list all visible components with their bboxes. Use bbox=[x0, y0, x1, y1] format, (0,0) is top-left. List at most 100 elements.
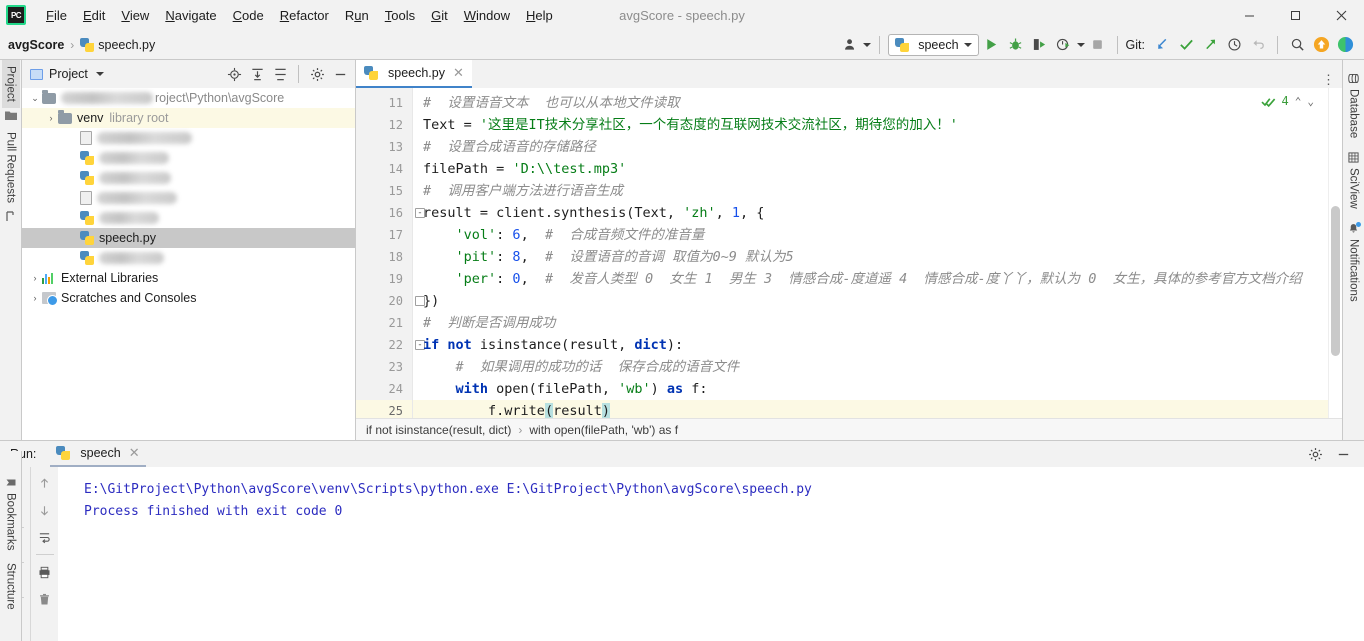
breadcrumb-file[interactable]: speech.py bbox=[98, 38, 155, 52]
editor-scrollbar-thumb[interactable] bbox=[1331, 206, 1340, 356]
menu-navigate[interactable]: Navigate bbox=[157, 4, 224, 27]
debug-button[interactable] bbox=[1005, 34, 1027, 56]
project-toolbar-separator bbox=[298, 65, 299, 83]
menu-file[interactable]: File bbox=[38, 4, 75, 27]
tree-row-redacted-4[interactable] bbox=[22, 188, 355, 208]
menu-refactor[interactable]: Refactor bbox=[272, 4, 337, 27]
breadcrumb-with-statement[interactable]: with open(filePath, 'wb') as f bbox=[529, 423, 678, 437]
scroll-down-button[interactable] bbox=[35, 500, 55, 520]
run-tab-close-icon[interactable]: ✕ bbox=[129, 445, 140, 461]
chevron-right-icon[interactable]: › bbox=[44, 113, 58, 123]
menu-run[interactable]: Run bbox=[337, 4, 377, 27]
search-everywhere-button[interactable] bbox=[1286, 34, 1308, 56]
rollback-button[interactable] bbox=[1247, 34, 1269, 56]
chevron-down-icon[interactable]: ⌄ bbox=[28, 93, 42, 104]
sidebar-item-bookmarks[interactable]: Bookmarks bbox=[2, 451, 20, 551]
sidebar-item-notifications[interactable]: Notifications bbox=[1345, 216, 1363, 309]
tree-row-external-libraries[interactable]: › External Libraries bbox=[22, 268, 355, 288]
error-stripe-gutter[interactable] bbox=[1328, 88, 1342, 418]
tree-row-redacted-3[interactable] bbox=[22, 168, 355, 188]
tree-row-venv[interactable]: › venv library root bbox=[22, 108, 355, 128]
project-tree[interactable]: ⌄ roject\Python\avgScore › venv library … bbox=[22, 88, 355, 440]
line-number-current: 25 bbox=[356, 400, 425, 418]
update-badge-button[interactable] bbox=[1310, 34, 1332, 56]
breadcrumb-if-statement[interactable]: if not isinstance(result, dict) bbox=[366, 423, 511, 437]
database-icon bbox=[1348, 74, 1359, 83]
project-view-chevron-down-icon[interactable] bbox=[95, 72, 104, 76]
editor-tab-options[interactable]: ⋮ bbox=[1322, 72, 1342, 88]
menu-code[interactable]: Code bbox=[225, 4, 272, 27]
tree-row-redacted-6[interactable] bbox=[22, 248, 355, 268]
commit-button[interactable] bbox=[1175, 34, 1197, 56]
profile-caret-icon[interactable] bbox=[1076, 42, 1085, 47]
editor-tab-speech-py[interactable]: speech.py ✕ bbox=[356, 60, 472, 88]
sidebar-item-project-label: Project bbox=[4, 66, 17, 102]
clear-all-button[interactable] bbox=[35, 589, 55, 609]
run-panel-hide-button[interactable] bbox=[1332, 443, 1354, 465]
sidebar-item-pull-requests-label: Pull Requests bbox=[4, 131, 17, 203]
maximize-button[interactable] bbox=[1272, 0, 1318, 30]
code-text-area[interactable]: # 设置语音文本 也可以从本地文件读取 Text = '这里是IT技术分享社区，… bbox=[412, 88, 1342, 418]
stop-button[interactable] bbox=[1087, 34, 1109, 56]
inspection-prev-icon[interactable]: ⌃ bbox=[1295, 95, 1302, 108]
ide-feature-button[interactable] bbox=[1334, 34, 1356, 56]
breadcrumb-project[interactable]: avgScore bbox=[8, 38, 64, 52]
tree-row-scratches-and-consoles[interactable]: › Scratches and Consoles bbox=[22, 288, 355, 308]
user-avatar-caret-icon[interactable] bbox=[863, 42, 872, 47]
line-number: 23 bbox=[388, 360, 403, 374]
sidebar-item-project[interactable]: Project bbox=[1, 60, 20, 108]
push-button[interactable] bbox=[1199, 34, 1221, 56]
menu-file-label-rest: ile bbox=[53, 7, 67, 23]
scroll-up-button[interactable] bbox=[35, 473, 55, 493]
close-button[interactable] bbox=[1318, 0, 1364, 30]
menu-window[interactable]: Window bbox=[456, 4, 518, 27]
tree-row-redacted-2[interactable] bbox=[22, 148, 355, 168]
sidebar-item-structure[interactable]: Structure bbox=[2, 551, 20, 622]
more-options-icon[interactable]: ⋮ bbox=[1322, 72, 1336, 88]
locate-file-button[interactable] bbox=[223, 63, 245, 85]
redacted-project-name bbox=[61, 92, 153, 104]
tree-row-speech-py[interactable]: speech.py bbox=[22, 228, 355, 248]
inspection-widget[interactable]: 4 ⌃ ⌄ bbox=[1260, 94, 1314, 108]
run-with-coverage-button[interactable] bbox=[1029, 34, 1051, 56]
project-settings-button[interactable] bbox=[306, 63, 328, 85]
project-pane-title: Project bbox=[49, 67, 88, 81]
chevron-right-icon[interactable]: › bbox=[28, 293, 42, 303]
inspection-ok-icon bbox=[1260, 97, 1275, 107]
code-comment: # 如果调用的成功的话 保存合成的语音文件 bbox=[455, 359, 740, 375]
sidebar-item-sciview[interactable]: SciView bbox=[1345, 145, 1363, 216]
editor-tab-close-icon[interactable]: ✕ bbox=[453, 65, 464, 81]
soft-wrap-button[interactable] bbox=[35, 527, 55, 547]
profile-button[interactable] bbox=[1053, 34, 1075, 56]
sidebar-item-database[interactable]: Database bbox=[1345, 66, 1363, 145]
inspection-next-icon[interactable]: ⌄ bbox=[1307, 95, 1314, 108]
menu-help[interactable]: Help bbox=[518, 4, 561, 27]
update-project-button[interactable] bbox=[1151, 34, 1173, 56]
code-editor[interactable]: 11 12 13 14 15 16- 17 18 19 20 21 22- 23… bbox=[356, 88, 1342, 418]
code-line-19: 'per': 0, # 发音人类型 0 女生 1 男生 3 情感合成-度道遥 4… bbox=[455, 271, 1302, 287]
bookmark-icon bbox=[6, 479, 15, 486]
project-pane-header: Project bbox=[22, 60, 355, 88]
minimize-button[interactable] bbox=[1226, 0, 1272, 30]
menu-tools[interactable]: Tools bbox=[377, 4, 423, 27]
run-console-output[interactable]: E:\GitProject\Python\avgScore\venv\Scrip… bbox=[58, 467, 1364, 641]
history-button[interactable] bbox=[1223, 34, 1245, 56]
run-button[interactable] bbox=[981, 34, 1003, 56]
run-panel-settings-button[interactable] bbox=[1304, 443, 1326, 465]
hide-project-button[interactable] bbox=[329, 63, 351, 85]
menu-edit[interactable]: Edit bbox=[75, 4, 113, 27]
tree-row-redacted-1[interactable] bbox=[22, 128, 355, 148]
run-configuration-selector[interactable]: speech bbox=[888, 33, 979, 56]
tree-row-project-root[interactable]: ⌄ roject\Python\avgScore bbox=[22, 88, 355, 108]
collapse-all-button[interactable] bbox=[269, 63, 291, 85]
expand-all-button[interactable] bbox=[246, 63, 268, 85]
chevron-right-icon[interactable]: › bbox=[28, 273, 42, 283]
user-avatar-button[interactable] bbox=[839, 34, 861, 56]
arrow-down-icon bbox=[40, 505, 49, 516]
tree-row-redacted-5[interactable] bbox=[22, 208, 355, 228]
print-button[interactable] bbox=[35, 562, 55, 582]
sidebar-item-pull-requests[interactable]: Pull Requests bbox=[2, 126, 20, 209]
run-tab-speech[interactable]: speech ✕ bbox=[50, 442, 146, 467]
menu-view[interactable]: View bbox=[113, 4, 157, 27]
menu-git[interactable]: Git bbox=[423, 4, 456, 27]
